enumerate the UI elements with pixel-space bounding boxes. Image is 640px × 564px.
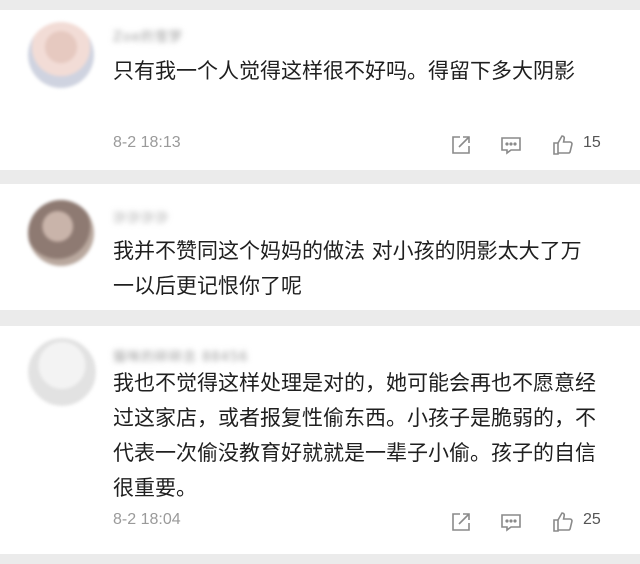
thumbs-up-icon[interactable] [550, 132, 576, 158]
comment-text: 我并不赞同这个妈妈的做法 对小孩的阴影太大了万一以后更记恨你了呢 [113, 239, 582, 298]
share-icon[interactable] [448, 509, 474, 535]
username[interactable]: Zoe的雪梦 [113, 26, 183, 45]
username[interactable]: 沙沙沙沙 [113, 207, 169, 226]
comment-card: 猫咪的碎碎念 88456 我也不觉得这样处理是对的，她可能会再也不愿意经过这家店… [0, 326, 640, 554]
like-count: 25 [583, 511, 601, 528]
comment-card: Zoe的雪梦 只有我一个人觉得这样很不好吗。得留下多大阴影 8-2 18:13 … [0, 10, 640, 170]
comment-text: 我也不觉得这样处理是对的，她可能会再也不愿意经过这家店，或者报复性偷东西。小孩子… [113, 371, 596, 500]
avatar[interactable] [28, 338, 96, 406]
comment-time: 8-2 18:13 [113, 134, 181, 151]
comment-icon[interactable] [498, 509, 524, 535]
username[interactable]: 猫咪的碎碎念 88456 [113, 346, 249, 365]
comment-meta-row: 8-2 18:13 15 [0, 132, 640, 158]
comment-text: 只有我一个人觉得这样很不好吗。得留下多大阴影 [113, 59, 575, 83]
avatar[interactable] [28, 22, 94, 88]
comment-time: 8-2 18:04 [113, 511, 181, 528]
comment-icon[interactable] [498, 132, 524, 158]
like-count: 15 [583, 134, 601, 151]
comment-meta-row: 8-2 18:04 25 [0, 509, 640, 535]
comment-card: 沙沙沙沙 我并不赞同这个妈妈的做法 对小孩的阴影太大了万一以后更记恨你了呢 [0, 184, 640, 310]
thumbs-up-icon[interactable] [550, 509, 576, 535]
share-icon[interactable] [448, 132, 474, 158]
avatar[interactable] [28, 200, 94, 266]
